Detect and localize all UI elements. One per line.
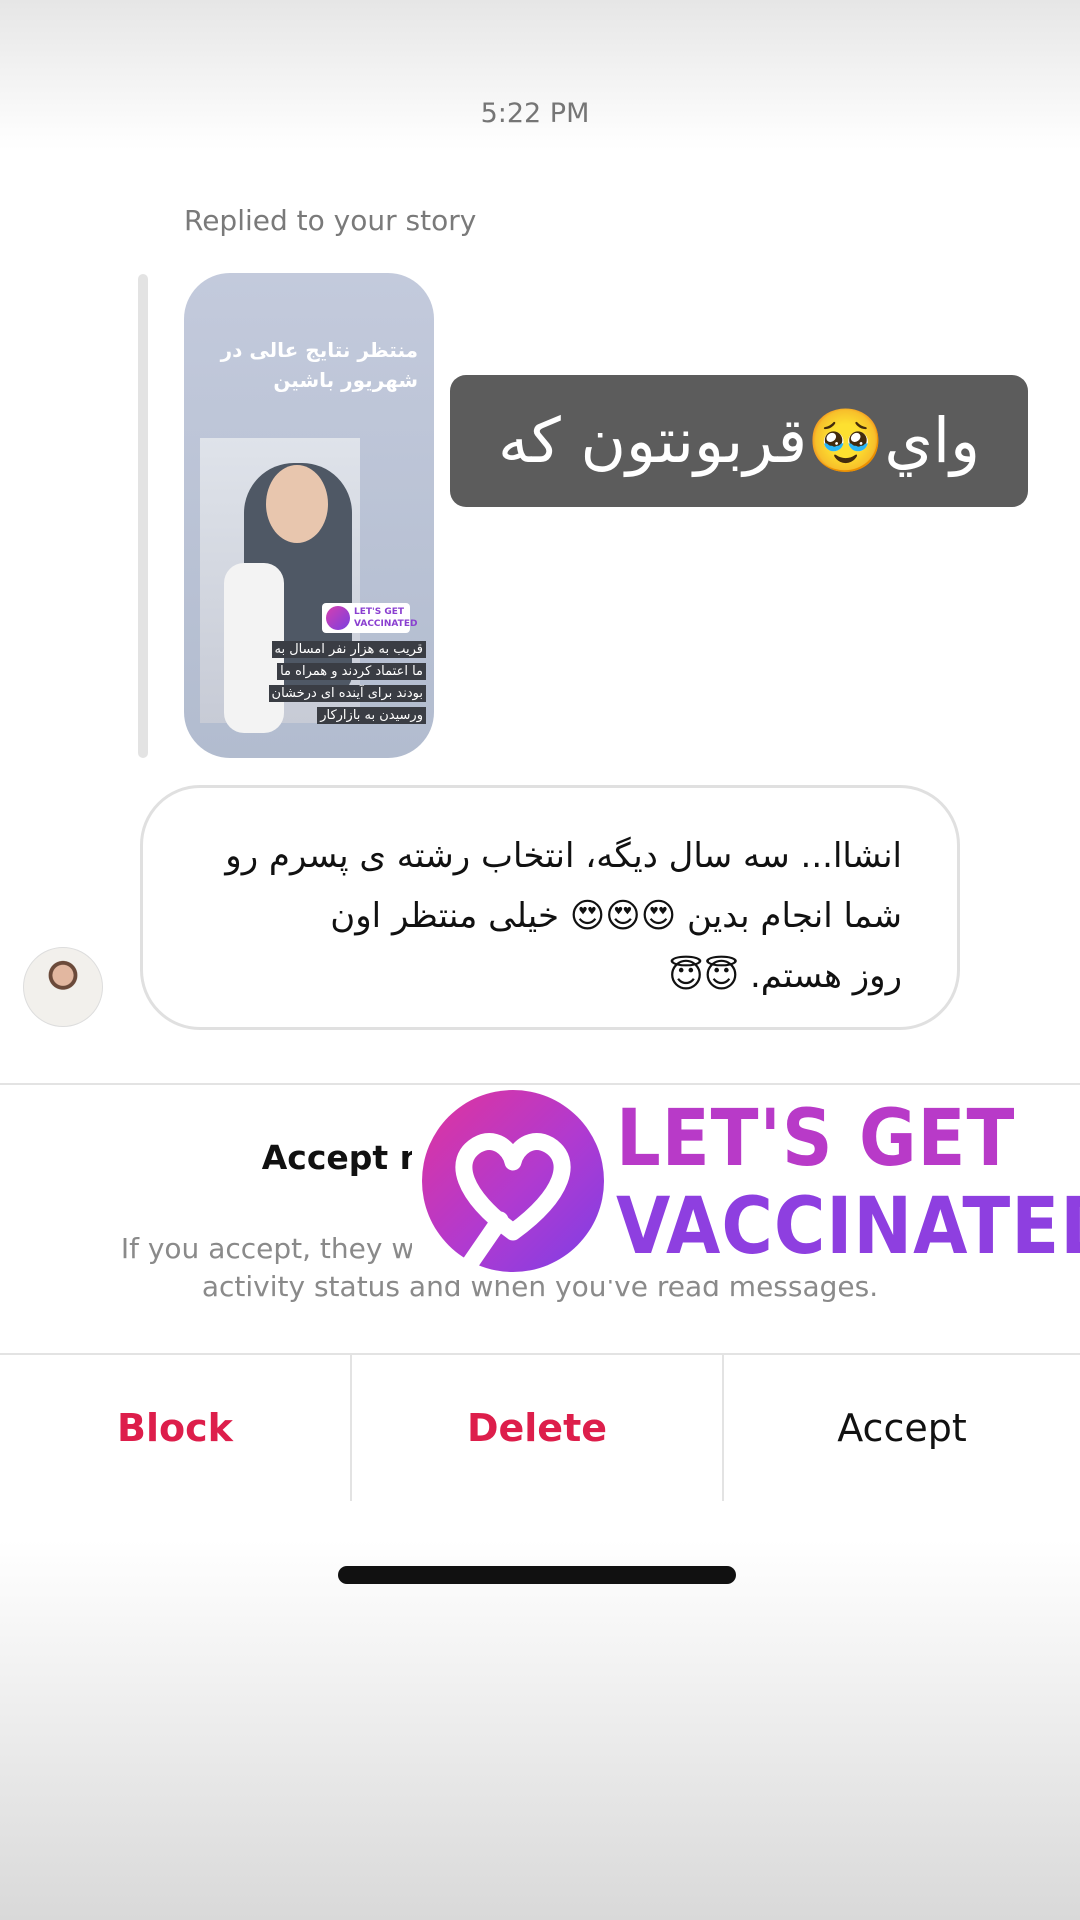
reply-quote-bar xyxy=(138,274,148,758)
story-caption-line: قریب به هزار نفر امسال به xyxy=(271,641,426,658)
heart-logo-icon xyxy=(326,606,350,630)
story-logo-text: LET'S GET VACCINATED xyxy=(354,607,418,629)
replied-to-story-label: Replied to your story xyxy=(184,204,477,237)
story-vaccinated-logo: LET'S GET VACCINATED xyxy=(322,603,417,633)
sticker-line-2: VACCINATED xyxy=(616,1182,1080,1272)
message-bubble[interactable]: انشاا... سه سال دیگه، انتخاب رشته ی پسرم… xyxy=(140,785,960,1030)
story-headline: منتظر نتایج عالی در شهریور باشین xyxy=(220,338,418,392)
lets-get-vaccinated-sticker: LET'S GET VACCINATED xyxy=(412,1085,1080,1280)
block-button[interactable]: Block xyxy=(0,1355,350,1501)
story-caption-line: ورسیدن به بازارکار xyxy=(317,707,426,724)
message-timestamp: 5:22 PM xyxy=(480,98,590,129)
bottom-gradient xyxy=(0,1540,1080,1920)
story-thumbnail[interactable]: منتظر نتایج عالی در شهریور باشین LET'S G… xyxy=(184,273,434,758)
vaccinated-heart-badge xyxy=(422,1090,604,1277)
story-caption-line: ما اعتماد کردند و همراه ما xyxy=(277,663,426,680)
story-caption: قریب به هزار نفر امسال به ما اعتماد کردن… xyxy=(264,639,426,727)
accept-button[interactable]: Accept xyxy=(724,1355,1080,1501)
reply-text-sticker: واي🥹قربونتون كه xyxy=(450,375,1028,507)
sticker-text: LET'S GET VACCINATED xyxy=(616,1095,1080,1271)
delete-button[interactable]: Delete xyxy=(352,1355,722,1501)
sender-avatar[interactable] xyxy=(23,947,103,1027)
story-person-face xyxy=(266,465,328,543)
story-caption-line: بودند برای آینده ای درخشان xyxy=(268,685,426,702)
home-indicator[interactable] xyxy=(338,1566,736,1584)
message-line: روز هستم. 😇😇 xyxy=(668,956,902,996)
message-line: انشاا... سه سال دیگه، انتخاب رشته ی پسرم… xyxy=(225,836,902,876)
sticker-line-1: LET'S GET xyxy=(616,1094,1016,1184)
message-line: شما انجام بدین 😍😍😍 خیلی منتظر اون xyxy=(330,896,902,936)
heart-ribbon-icon xyxy=(455,1133,571,1277)
